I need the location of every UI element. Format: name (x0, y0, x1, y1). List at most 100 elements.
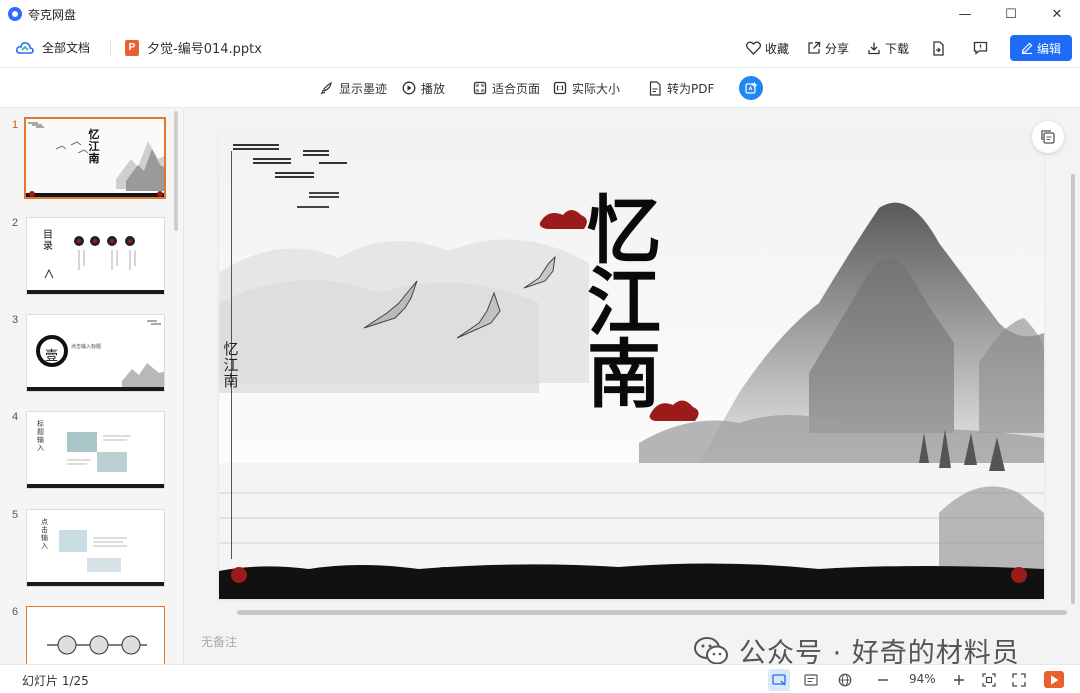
notes-icon (804, 674, 818, 686)
ai-edit-icon (744, 81, 758, 94)
copy-text-button[interactable] (1032, 121, 1064, 153)
edit-label: 编辑 (1036, 41, 1061, 56)
all-documents-link[interactable]: 全部文档 (42, 39, 90, 56)
edit-button[interactable]: 编辑 (1010, 35, 1072, 61)
thumbnail-footer-bar (27, 484, 164, 488)
thumbnail-card[interactable] (26, 606, 165, 664)
file-export-icon (933, 40, 944, 56)
thumbnail-scrollbar[interactable] (174, 111, 178, 231)
thumbnail-card[interactable]: 忆江南 (24, 117, 166, 199)
canvas-horizontal-scrollbar[interactable] (237, 610, 1067, 615)
notes-view-button[interactable] (800, 669, 822, 691)
share-label: 分享 (824, 41, 849, 56)
actual-size-label: 实际大小 (572, 81, 621, 96)
minus-icon (878, 679, 888, 681)
fullscreen-button[interactable] (1008, 669, 1030, 691)
favorite-label: 收藏 (764, 41, 789, 56)
play-icon (1050, 675, 1058, 684)
zoom-in-button[interactable] (948, 669, 970, 691)
status-bar: 幻灯片 1/25 94% (0, 664, 1080, 693)
canvas-vertical-scrollbar[interactable] (1071, 174, 1075, 604)
thumbnail-title: 标题输入 (37, 420, 44, 452)
favorite-button[interactable]: 收藏 (745, 40, 789, 57)
wechat-logo-icon (694, 636, 728, 664)
slide-canvas: 忆江南 忆江南 无备注 公众号 · 好奇的材料员 (185, 109, 1080, 669)
zoom-level: 94% (909, 672, 936, 686)
thumbnail-footer-bar (27, 387, 164, 391)
viewer-toolbar: 显示墨迹 播放 适合页面 实际大小 转为PDF (0, 68, 1080, 108)
thumbnail-art (27, 412, 164, 488)
cloud-icon (16, 41, 34, 54)
download-icon (868, 42, 880, 55)
notes-placeholder[interactable]: 无备注 (201, 633, 237, 650)
fit-window-icon (982, 673, 996, 687)
minimize-button[interactable]: — (942, 0, 988, 28)
copy-icon (1041, 130, 1055, 144)
slide-counter: 幻灯片 1/25 (22, 674, 89, 688)
ai-assistant-button[interactable] (739, 76, 763, 100)
chapter-mark: 壹 (45, 349, 59, 364)
actual-size-button[interactable]: 实际大小 (553, 68, 620, 108)
convert-pdf-label: 转为PDF (667, 81, 715, 96)
thumbnail-number: 1 (12, 119, 19, 131)
feedback-icon (973, 41, 988, 55)
fullscreen-icon (1012, 673, 1026, 687)
thumbnail-number: 6 (12, 606, 19, 618)
thumbnail-caption: 点击输入标题 (71, 344, 102, 350)
slide-vertical-caption: 忆江南 (223, 340, 239, 390)
play-button[interactable]: 播放 (402, 68, 445, 108)
thumbnail-number: 5 (12, 509, 19, 521)
thumbnail-footer-bar (27, 290, 164, 294)
globe-icon (838, 673, 852, 687)
header-divider (110, 40, 112, 55)
file-name: 夕觉-编号014.pptx (147, 42, 262, 57)
slide-thumbnail-panel: 1 忆江南 2 目录 3 壹 点击输入标题 4 标题输入 5 点击输入 6 (0, 109, 184, 664)
thumbnail-card[interactable]: 壹 点击输入标题 (26, 314, 165, 392)
thumbnail-footer-bar (27, 582, 164, 586)
pencil-icon (1021, 42, 1033, 54)
current-slide[interactable]: 忆江南 忆江南 (219, 133, 1044, 599)
save-to-drive-button[interactable] (931, 40, 949, 56)
feedback-button[interactable] (973, 41, 992, 55)
thumbnail-art (27, 607, 164, 664)
zoom-out-button[interactable] (872, 669, 894, 691)
ink-pen-icon (320, 81, 332, 95)
fit-window-button[interactable] (978, 669, 1000, 691)
share-button[interactable]: 分享 (807, 40, 849, 57)
normal-view-button[interactable] (768, 669, 790, 691)
download-label: 下载 (884, 41, 909, 56)
show-ink-label: 显示墨迹 (339, 81, 388, 96)
quark-logo-icon (8, 7, 22, 21)
pptx-file-icon: P (125, 39, 140, 56)
document-header: 全部文档 P 夕觉-编号014.pptx 收藏 分享 下载 编辑 (0, 28, 1080, 68)
play-label: 播放 (421, 81, 446, 96)
thumbnail-number: 4 (12, 411, 19, 423)
title-bar: 夸克网盘 — ☐ ✕ (0, 0, 1080, 28)
thumbnail-number: 2 (12, 217, 19, 229)
thumbnail-title: 目录 (43, 230, 53, 252)
thumbnail-number: 3 (12, 314, 19, 326)
pdf-icon (649, 80, 661, 96)
thumbnail-title: 点击输入 (41, 518, 48, 550)
window-controls: — ☐ ✕ (942, 0, 1080, 28)
play-circle-icon (402, 81, 416, 95)
slide-view-icon (771, 673, 786, 685)
fit-page-button[interactable]: 适合页面 (473, 68, 540, 108)
download-button[interactable]: 下载 (867, 40, 909, 57)
show-ink-button[interactable]: 显示墨迹 (320, 68, 387, 108)
one-to-one-icon (553, 81, 567, 95)
convert-pdf-button[interactable]: 转为PDF (648, 68, 714, 108)
thumbnail-card[interactable]: 目录 (26, 217, 165, 295)
slideshow-play-button[interactable] (1044, 671, 1064, 688)
plus-icon (954, 675, 964, 685)
fit-page-icon (473, 81, 487, 95)
language-button[interactable] (834, 669, 856, 691)
maximize-button[interactable]: ☐ (988, 0, 1034, 28)
header-actions: 收藏 分享 下载 编辑 (728, 28, 1072, 68)
app-title: 夸克网盘 (28, 7, 77, 22)
thumbnail-card[interactable]: 点击输入 (26, 509, 165, 587)
thumbnail-card[interactable]: 标题输入 (26, 411, 165, 489)
close-button[interactable]: ✕ (1034, 0, 1080, 28)
thumbnail-title: 忆江南 (88, 128, 100, 165)
slide-title: 忆江南 (587, 188, 661, 418)
